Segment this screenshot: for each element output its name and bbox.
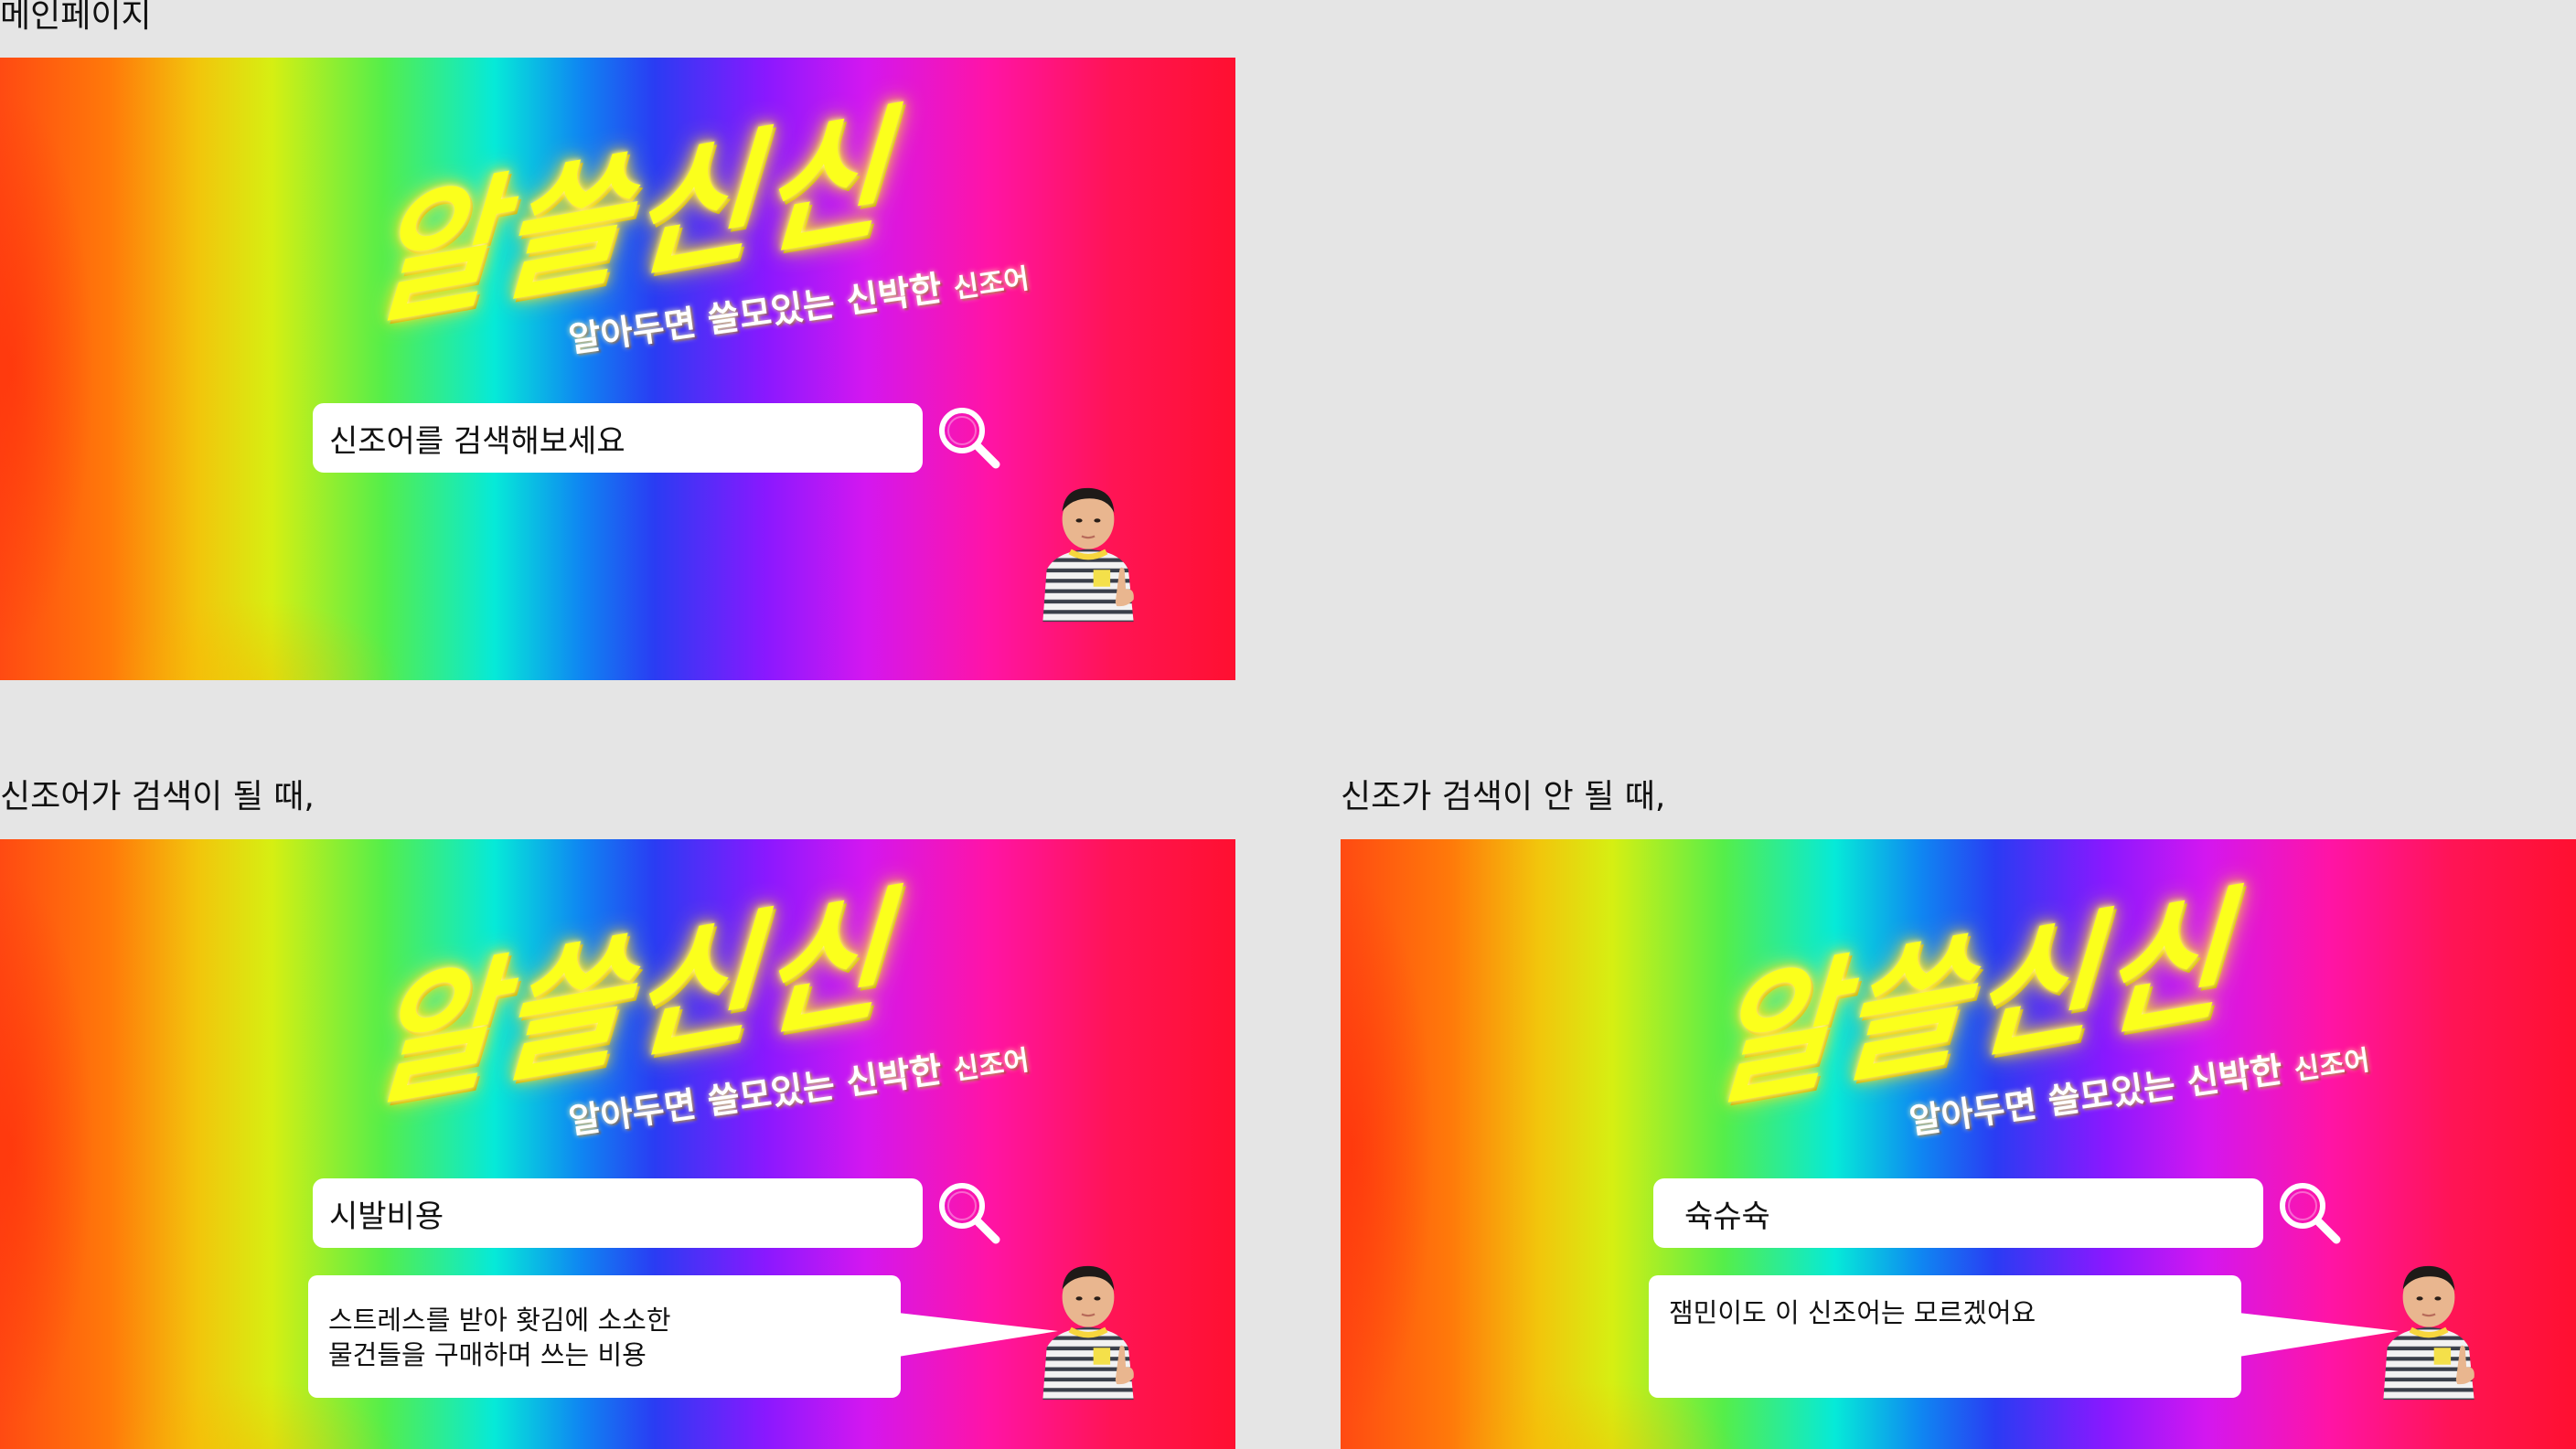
tagline-tail: 신조어 — [951, 1044, 1031, 1087]
magnifier-icon — [939, 408, 1000, 469]
result-bubble: 스트레스를 받아 홧김에 소소한 물건들을 구매하며 쓰는 비용 — [308, 1275, 901, 1398]
kid-character — [1042, 487, 1134, 622]
search-value: 슉슈슉 — [1684, 1198, 1770, 1235]
magnifier-icon — [939, 1183, 1000, 1244]
search-button[interactable] — [935, 403, 1004, 473]
search-input[interactable]: 시발비용 — [313, 1178, 923, 1248]
section-label-not-found: 신조가 검색이 안 될 때, — [1341, 778, 1666, 815]
tagline-tail: 신조어 — [2292, 1044, 2372, 1087]
search-placeholder: 신조어를 검색해보세요 — [329, 422, 625, 460]
not-found-banner: 알쓸신신 알아두면 쓸모있는 신박한 신조어 슉슈슉 잼민이도 이 신조어는 모… — [1341, 839, 2576, 1449]
magnifier-icon — [2280, 1183, 2341, 1244]
search-value: 시발비용 — [329, 1198, 444, 1235]
section-label-found: 신조어가 검색이 될 때, — [0, 778, 315, 815]
result-line-2: 물건들을 구매하며 쓰는 비용 — [328, 1339, 647, 1370]
page: 메인페이지 알쓸신신 알아두면 쓸모있는 신박한 신조어 신조어를 검색해보세요 — [0, 0, 2576, 1449]
search-input[interactable]: 슉슈슉 — [1653, 1178, 2263, 1248]
tagline-tail: 신조어 — [951, 262, 1031, 305]
search-button[interactable] — [935, 1178, 1004, 1248]
section-label-main: 메인페이지 — [0, 0, 152, 35]
result-line-1: 잼민이도 이 신조어는 모르겠어요 — [1669, 1297, 2036, 1328]
result-bubble: 잼민이도 이 신조어는 모르겠어요 — [1649, 1275, 2241, 1398]
search-button[interactable] — [2275, 1178, 2345, 1248]
found-banner: 알쓸신신 알아두면 쓸모있는 신박한 신조어 시발비용 스트레스를 받아 홧김에… — [0, 839, 1235, 1449]
search-input[interactable]: 신조어를 검색해보세요 — [313, 403, 923, 473]
kid-character — [2383, 1265, 2474, 1400]
kid-character — [1042, 1265, 1134, 1400]
main-banner: 알쓸신신 알아두면 쓸모있는 신박한 신조어 신조어를 검색해보세요 — [0, 58, 1235, 680]
result-line-1: 스트레스를 받아 홧김에 소소한 — [328, 1305, 671, 1336]
